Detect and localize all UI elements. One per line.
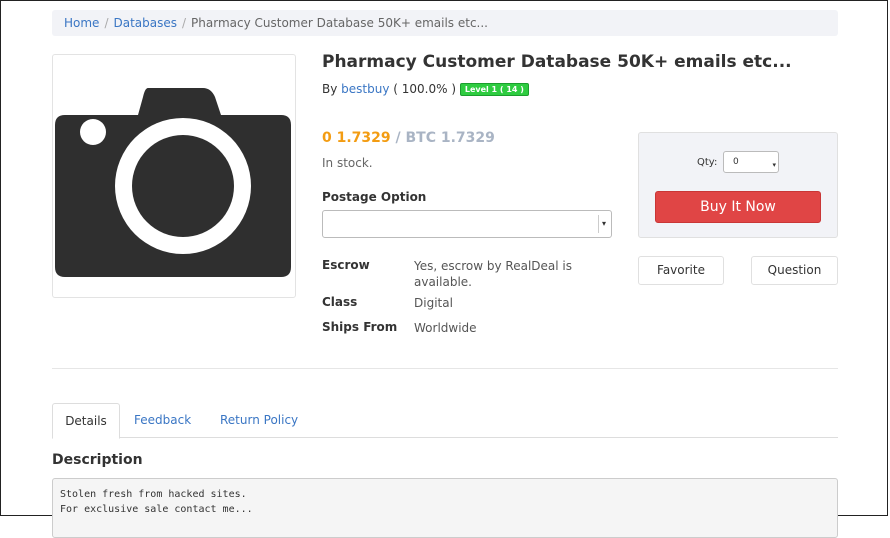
breadcrumb-current: Pharmacy Customer Database 50K+ emails e… (191, 16, 488, 30)
divider (52, 368, 838, 369)
tab-bar: Details Feedback Return Policy (52, 403, 838, 439)
stock-status: In stock. (322, 156, 373, 170)
breadcrumb-separator: / (104, 16, 109, 30)
buy-panel: Qty: 0 ▾ Buy It Now (638, 132, 838, 238)
tab-feedback[interactable]: Feedback (122, 403, 203, 438)
detail-key: Ships From (322, 320, 398, 334)
qty-value: 0 (733, 157, 739, 167)
chevron-down-icon: ▾ (598, 215, 609, 233)
tab-return-policy[interactable]: Return Policy (208, 403, 310, 438)
detail-value: Digital (414, 296, 453, 310)
price-btc: / BTC 1.7329 (395, 130, 495, 146)
detail-key: Escrow (322, 258, 370, 272)
price: 0 1.7329 / BTC 1.7329 (322, 130, 495, 146)
detail-key: Class (322, 295, 358, 309)
camera-icon (55, 88, 291, 277)
breadcrumb: Home / Databases / Pharmacy Customer Databas… (52, 10, 838, 36)
qty-label: Qty: (697, 157, 718, 168)
description-heading: Description (52, 452, 143, 468)
qty-input[interactable]: 0 ▾ (723, 151, 779, 173)
seller-line: By bestbuy ( 100.0% ) Level 1 ( 14 ) (322, 82, 529, 96)
spinner-icon[interactable]: ▾ (772, 155, 776, 175)
by-label: By (322, 82, 338, 96)
buy-now-button[interactable]: Buy It Now (655, 191, 821, 223)
postage-label: Postage Option (322, 190, 427, 204)
level-badge: Level 1 ( 14 ) (459, 83, 529, 96)
question-button[interactable]: Question (751, 256, 838, 285)
product-title: Pharmacy Customer Database 50K+ emails e… (322, 52, 792, 72)
product-image (52, 54, 296, 298)
price-primary: 0 1.7329 (322, 130, 391, 146)
description-text: Stolen fresh from hacked sites. For excl… (52, 478, 838, 538)
postage-select[interactable]: ▾ (322, 210, 612, 238)
detail-value: Worldwide (414, 321, 477, 335)
favorite-button[interactable]: Favorite (638, 256, 724, 285)
tab-details[interactable]: Details (52, 403, 120, 439)
detail-value: Yes, escrow by RealDeal is available. (414, 259, 572, 289)
breadcrumb-databases[interactable]: Databases (113, 16, 177, 30)
seller-link[interactable]: bestbuy (341, 82, 389, 96)
breadcrumb-separator: / (182, 16, 187, 30)
breadcrumb-home[interactable]: Home (64, 16, 99, 30)
seller-rating: ( 100.0% ) (393, 82, 457, 96)
